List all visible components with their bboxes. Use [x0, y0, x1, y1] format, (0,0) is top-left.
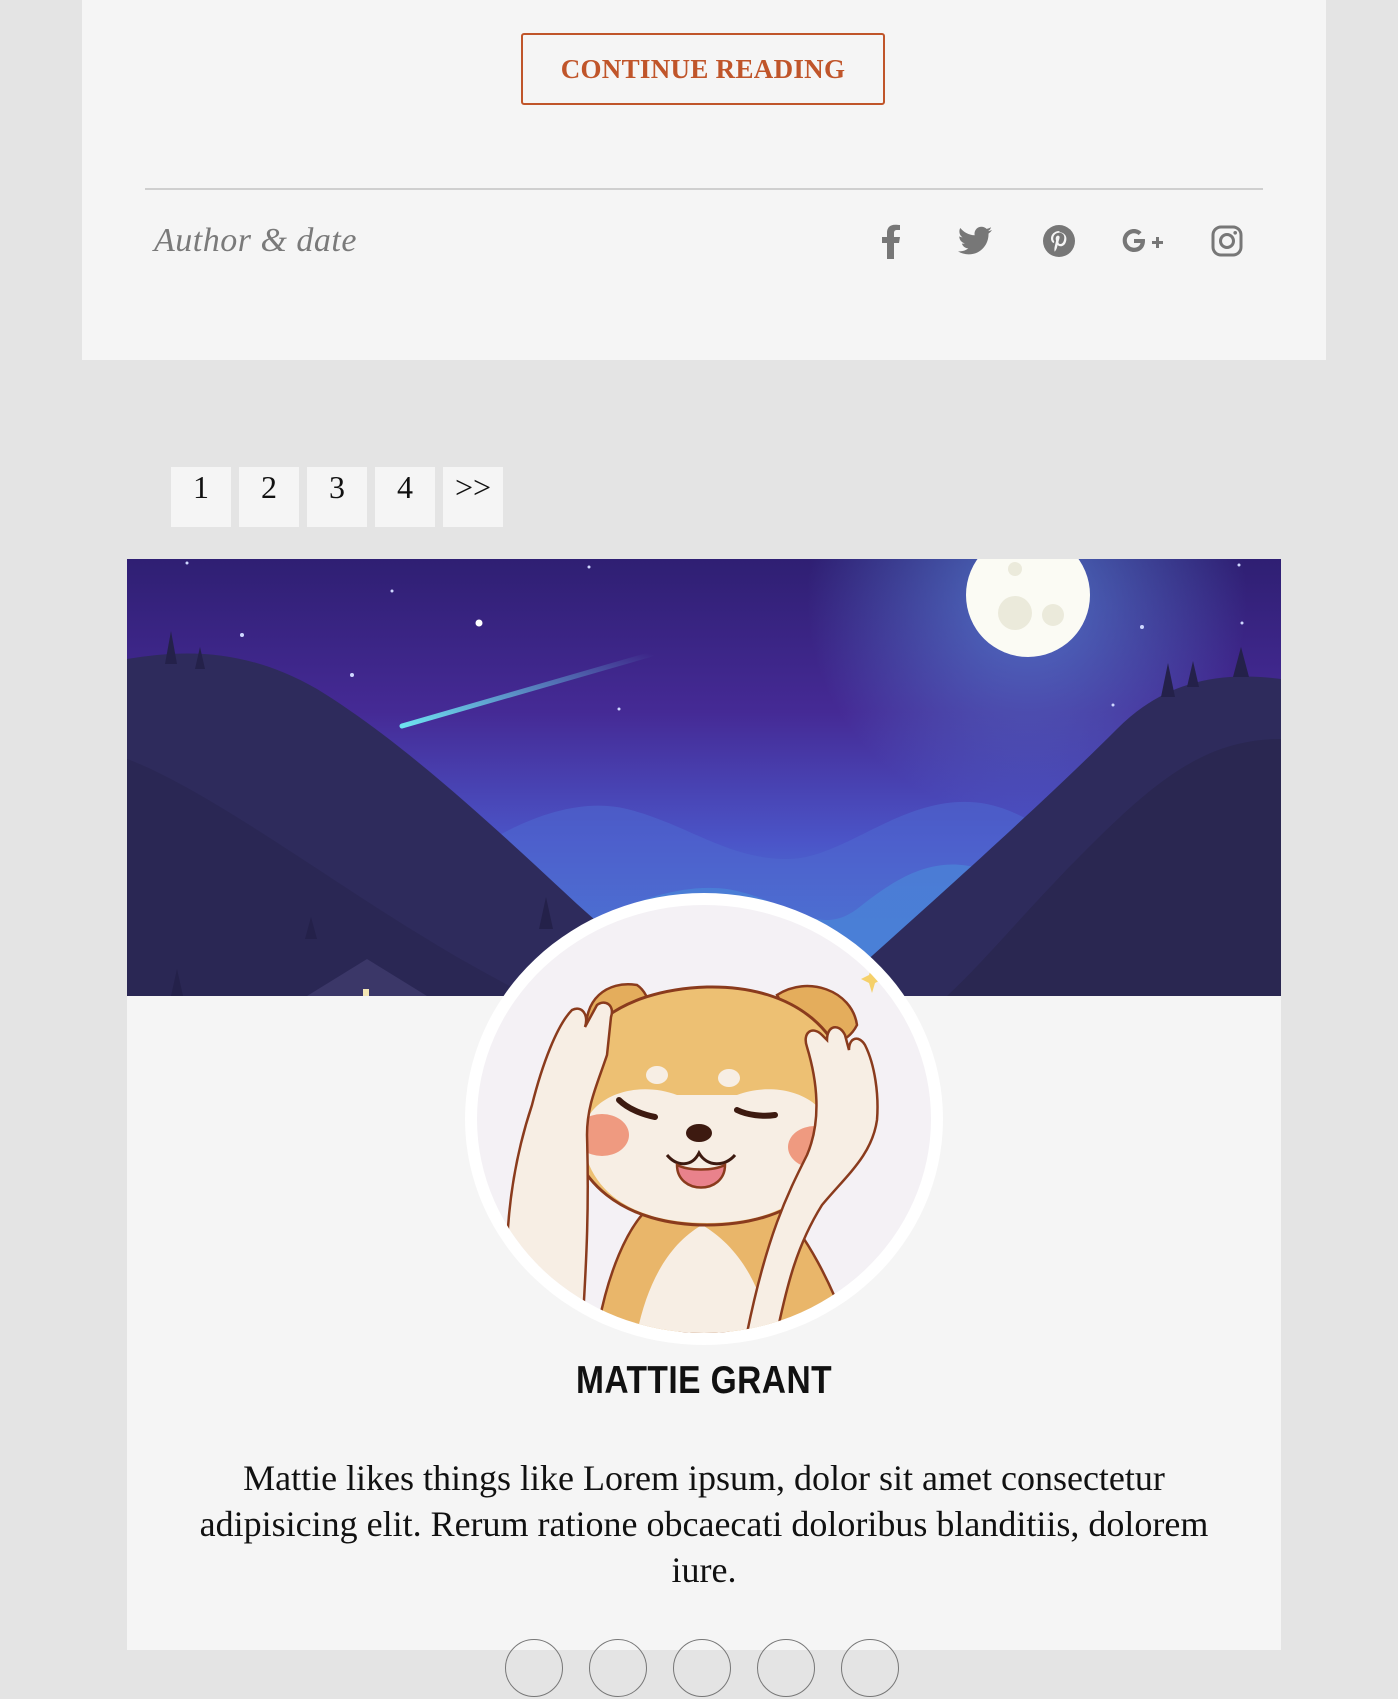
- instagram-icon[interactable]: [1204, 218, 1250, 264]
- post-divider: [145, 188, 1263, 190]
- author-profile-card: MATTIE GRANT Mattie likes things like Lo…: [127, 559, 1281, 1697]
- avatar-image: [477, 905, 931, 1333]
- facebook-icon[interactable]: [505, 1639, 563, 1697]
- profile-bio: Mattie likes things like Lorem ipsum, do…: [199, 1458, 1209, 1590]
- pagination: 1 2 3 4 >>: [171, 467, 503, 527]
- profile-name: MATTIE GRANT: [575, 1359, 833, 1402]
- google-plus-icon[interactable]: [757, 1639, 815, 1697]
- next-page-link[interactable]: >>: [443, 467, 503, 527]
- post-social-links: [82, 218, 1326, 264]
- page-link-2[interactable]: 2: [239, 467, 299, 527]
- page-link-4[interactable]: 4: [375, 467, 435, 527]
- page-link-1[interactable]: 1: [171, 467, 231, 527]
- continue-reading-button[interactable]: CONTINUE READING: [521, 33, 885, 105]
- page-link-3[interactable]: 3: [307, 467, 367, 527]
- pinterest-icon[interactable]: [673, 1639, 731, 1697]
- instagram-icon[interactable]: [841, 1639, 899, 1697]
- google-plus-icon[interactable]: [1120, 218, 1166, 264]
- twitter-icon[interactable]: [589, 1639, 647, 1697]
- twitter-icon[interactable]: [952, 218, 998, 264]
- post-card: CONTINUE READING Author & date: [82, 0, 1326, 360]
- profile-social-links: [127, 1639, 1281, 1699]
- facebook-icon[interactable]: [868, 218, 914, 264]
- pinterest-icon[interactable]: [1036, 218, 1082, 264]
- avatar: [465, 893, 943, 1345]
